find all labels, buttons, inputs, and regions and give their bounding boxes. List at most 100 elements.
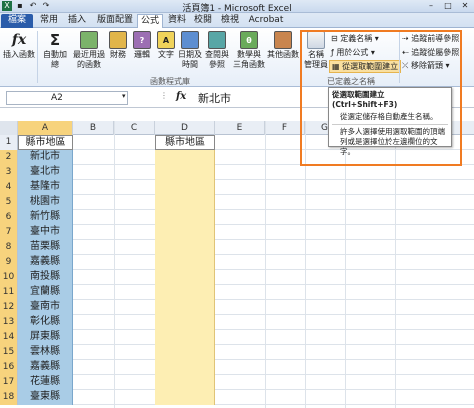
text-button[interactable]: A 文字 (155, 31, 177, 60)
cell-d[interactable] (155, 270, 215, 285)
cell-a[interactable]: 新竹縣 (18, 210, 73, 225)
cell-a[interactable]: 南投縣 (18, 270, 73, 285)
logical-button[interactable]: ? 邏輯 (131, 31, 153, 60)
tab-file[interactable]: 檔案 (1, 14, 33, 28)
define-name-button[interactable]: ⊟ 定義名稱 ▾ (331, 33, 379, 44)
cell-d[interactable] (155, 255, 215, 270)
cell-d[interactable] (155, 285, 215, 300)
remove-arrows-button[interactable]: ⤫ 移除箭頭 ▾ (402, 60, 450, 71)
cell-a[interactable]: 桃園市 (18, 195, 73, 210)
recently-used-button[interactable]: 最近用過 的函數 (72, 31, 106, 70)
cell-d[interactable] (155, 225, 215, 240)
date-time-button[interactable]: 日期及 時間 (178, 31, 202, 70)
maximize-icon[interactable]: □ (441, 1, 455, 11)
financial-label: 財務 (110, 50, 126, 59)
cell-d[interactable] (155, 180, 215, 195)
cell-a[interactable]: 雲林縣 (18, 345, 73, 360)
column-header-d[interactable]: D (155, 121, 215, 135)
name-box-dropdown-icon[interactable]: ▾ (122, 92, 126, 100)
insert-function-fx-icon[interactable]: fx (176, 91, 186, 102)
select-all-corner[interactable] (0, 121, 18, 135)
close-icon[interactable]: ✕ (458, 1, 472, 11)
cell-d-header[interactable]: 縣市地區 (155, 135, 215, 150)
tooltip-separator (332, 124, 448, 125)
tab-view[interactable]: 檢視 (219, 14, 241, 28)
autosum-button[interactable]: Σ 自動加總 (40, 31, 70, 70)
math-trig-button[interactable]: θ 數學與 三角函數 (232, 31, 266, 70)
trace-precedents-button[interactable]: ⇢ 追蹤前導參照 (402, 33, 459, 44)
cell-a[interactable]: 臺北市 (18, 165, 73, 180)
column-header-f[interactable]: F (265, 121, 305, 135)
cell-d[interactable] (155, 360, 215, 375)
cell-a[interactable]: 臺中市 (18, 225, 73, 240)
cell-a[interactable]: 嘉義縣 (18, 255, 73, 270)
row-header[interactable]: 12 (0, 300, 18, 315)
cell-d[interactable] (155, 150, 215, 165)
row-header[interactable]: 14 (0, 330, 18, 345)
row-header[interactable]: 13 (0, 315, 18, 330)
tab-formulas[interactable]: 公式 (137, 14, 163, 28)
create-from-selection-label: 從選取範圍建立 (342, 62, 399, 71)
insert-function-button[interactable]: fx 插入函數 (2, 31, 36, 60)
formula-input[interactable]: 新北市 (198, 90, 231, 106)
column-header-c[interactable]: C (114, 121, 155, 135)
financial-button[interactable]: 財務 (107, 31, 129, 60)
column-header-a[interactable]: A (18, 121, 73, 135)
row-header[interactable]: 16 (0, 360, 18, 375)
row-header[interactable]: 6 (0, 210, 18, 225)
lookup-reference-button[interactable]: 查閱與 參照 (204, 31, 230, 70)
more-functions-button[interactable]: 其他函數 (266, 31, 300, 60)
cell-d[interactable] (155, 390, 215, 405)
cell-d[interactable] (155, 345, 215, 360)
tab-acrobat[interactable]: Acrobat (247, 14, 285, 28)
tab-data[interactable]: 資料 (166, 14, 188, 28)
row-header[interactable]: 18 (0, 390, 18, 405)
row-header[interactable]: 10 (0, 270, 18, 285)
column-header-b[interactable]: B (73, 121, 114, 135)
cell-a[interactable]: 新北市 (18, 150, 73, 165)
minimize-icon[interactable]: – (424, 1, 438, 11)
row-header[interactable]: 17 (0, 375, 18, 390)
cell-d[interactable] (155, 195, 215, 210)
tab-home[interactable]: 常用 (38, 14, 60, 28)
use-in-formula-button[interactable]: ƒ 用於公式 ▾ (331, 47, 375, 58)
cell-a[interactable]: 屏東縣 (18, 330, 73, 345)
cell-d[interactable] (155, 165, 215, 180)
cell-a[interactable]: 苗栗縣 (18, 240, 73, 255)
cell-a[interactable]: 臺南市 (18, 300, 73, 315)
cell-d[interactable] (155, 240, 215, 255)
row-header[interactable]: 1 (0, 135, 18, 150)
trace-dependents-button[interactable]: ⇠ 追蹤從屬參照 (402, 47, 459, 58)
row-header[interactable]: 7 (0, 225, 18, 240)
name-box[interactable]: A2 (6, 91, 128, 105)
cell-d[interactable] (155, 375, 215, 390)
row-header[interactable]: 5 (0, 195, 18, 210)
cell-d[interactable] (155, 330, 215, 345)
tab-page-layout[interactable]: 版面配置 (95, 14, 135, 28)
cell-a-header[interactable]: 縣市地區 (18, 135, 73, 150)
name-manager-button[interactable]: 名稱 管理員 (303, 31, 329, 70)
row-header[interactable]: 8 (0, 240, 18, 255)
cell-d[interactable] (155, 300, 215, 315)
table-row: 5 桃園市 (0, 195, 474, 210)
tab-review[interactable]: 校閱 (192, 14, 214, 28)
formula-bar-separator-icon: ⋮ (160, 91, 168, 100)
cell-d[interactable] (155, 210, 215, 225)
create-from-selection-button[interactable]: ▦ 從選取範圍建立 (329, 60, 402, 73)
row-header[interactable]: 3 (0, 165, 18, 180)
tab-insert[interactable]: 插入 (66, 14, 88, 28)
row-header[interactable]: 11 (0, 285, 18, 300)
row-header[interactable]: 2 (0, 150, 18, 165)
column-header-e[interactable]: E (215, 121, 265, 135)
cell-a[interactable]: 基隆市 (18, 180, 73, 195)
cell-a[interactable]: 臺東縣 (18, 390, 73, 405)
cell-a[interactable]: 宜蘭縣 (18, 285, 73, 300)
cell-d[interactable] (155, 315, 215, 330)
row-header[interactable]: 15 (0, 345, 18, 360)
cell-a[interactable]: 彰化縣 (18, 315, 73, 330)
cell-a[interactable]: 嘉義縣 (18, 360, 73, 375)
table-row: 13 彰化縣 (0, 315, 474, 330)
row-header[interactable]: 4 (0, 180, 18, 195)
row-header[interactable]: 9 (0, 255, 18, 270)
cell-a[interactable]: 花蓮縣 (18, 375, 73, 390)
